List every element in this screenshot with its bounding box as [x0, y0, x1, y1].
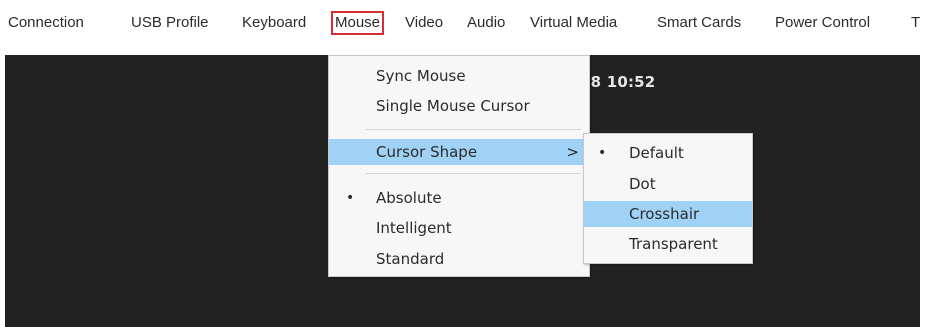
menu-item-label: Standard: [376, 250, 445, 268]
menu-separator: [366, 129, 581, 130]
menu-connection[interactable]: Connection: [8, 13, 84, 33]
chevron-right-icon: >: [566, 143, 579, 161]
menu-separator: [366, 173, 581, 174]
menu-item-single-mouse-cursor[interactable]: Single Mouse Cursor: [329, 93, 589, 119]
menu-item-label: Default: [629, 144, 684, 162]
menu-item-label: Intelligent: [376, 219, 452, 237]
menu-item-cursor-shape[interactable]: Cursor Shape >: [329, 139, 589, 165]
radio-bullet-icon: •: [346, 190, 355, 206]
menu-item-label: Cursor Shape: [376, 143, 478, 161]
submenu-item-crosshair[interactable]: Crosshair: [584, 201, 752, 227]
menu-mouse[interactable]: Mouse: [330, 11, 385, 35]
menu-item-label: Crosshair: [629, 205, 700, 223]
menu-item-label: Dot: [629, 175, 656, 193]
menu-item-intelligent[interactable]: Intelligent: [329, 215, 589, 241]
menu-virtual-media[interactable]: Virtual Media: [530, 13, 617, 33]
menu-item-label: Absolute: [376, 189, 442, 207]
menu-item-sync-mouse[interactable]: Sync Mouse: [329, 63, 589, 89]
menu-keyboard[interactable]: Keyboard: [242, 13, 306, 33]
menu-item-absolute[interactable]: • Absolute: [329, 185, 589, 211]
menu-video[interactable]: Video: [405, 13, 443, 33]
menubar: Connection USB Profile Keyboard Mouse Vi…: [0, 0, 925, 42]
submenu-item-default[interactable]: • Default: [584, 140, 752, 166]
menu-audio[interactable]: Audio: [467, 13, 505, 33]
menu-power-control[interactable]: Power Control: [775, 13, 870, 33]
menu-item-standard[interactable]: Standard: [329, 246, 589, 272]
menu-item-label: Single Mouse Cursor: [376, 97, 530, 115]
remote-clock-text: 28 10:52: [580, 73, 656, 91]
menu-smart-cards[interactable]: Smart Cards: [657, 13, 741, 33]
menu-usb-profile[interactable]: USB Profile: [131, 13, 209, 33]
menu-item-label: Transparent: [629, 235, 718, 253]
mouse-menu: Sync Mouse Single Mouse Cursor Cursor Sh…: [328, 55, 590, 277]
menu-truncated[interactable]: T: [911, 13, 920, 33]
radio-bullet-icon: •: [598, 145, 607, 161]
menu-item-label: Sync Mouse: [376, 67, 466, 85]
submenu-item-transparent[interactable]: Transparent: [584, 231, 752, 257]
cursor-shape-submenu: • Default Dot Crosshair Transparent: [583, 133, 753, 264]
submenu-item-dot[interactable]: Dot: [584, 171, 752, 197]
